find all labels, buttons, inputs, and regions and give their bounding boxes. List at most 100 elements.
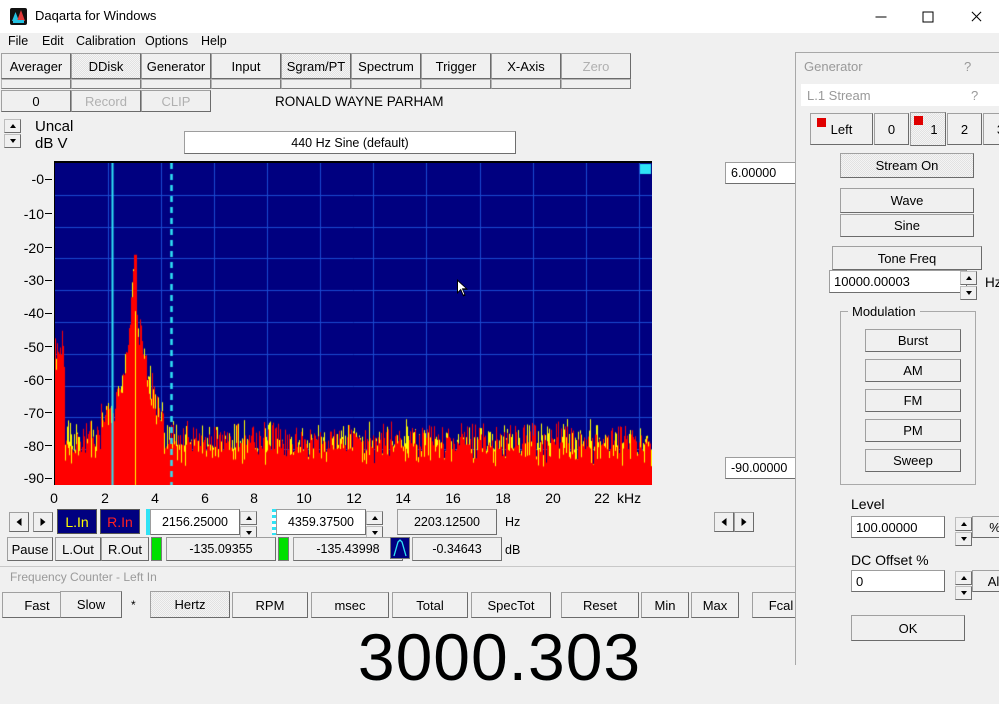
cursor-b-up[interactable] — [366, 511, 383, 525]
spectrum-plot[interactable] — [54, 161, 652, 485]
close-button[interactable] — [953, 0, 999, 33]
channel-right-in-toggle[interactable]: R.In — [100, 509, 140, 534]
menu-calibration[interactable]: Calibration — [74, 34, 138, 48]
chevron-down-icon — [371, 531, 378, 535]
modulation-burst-button[interactable]: Burst — [865, 329, 961, 352]
xaxis-scroll-right-button[interactable] — [734, 512, 754, 532]
ytick-label-10: -10 — [23, 206, 44, 222]
menu-file[interactable]: File — [6, 34, 30, 48]
dc-offset-stepper[interactable] — [955, 571, 972, 601]
yaxis-scale-down[interactable] — [4, 134, 21, 148]
modulation-sweep-button[interactable]: Sweep — [865, 449, 961, 472]
level-unit-button[interactable]: % — [972, 516, 999, 538]
generator-help-icon[interactable]: ? — [964, 59, 971, 74]
modulation-am-button[interactable]: AM — [865, 359, 961, 382]
cursor-a-up[interactable] — [240, 511, 257, 525]
chevron-down-icon — [960, 537, 967, 541]
generator-channel-left-button[interactable]: Left — [810, 113, 873, 145]
stream-tab-3[interactable]: 3 — [983, 113, 999, 145]
generator-ok-button[interactable]: OK — [851, 615, 965, 641]
stream-on-button[interactable]: Stream On — [840, 153, 974, 178]
menu-options[interactable]: Options — [143, 34, 190, 48]
waveform-title-box[interactable]: 440 Hz Sine (default) — [184, 131, 516, 154]
minimize-button[interactable] — [858, 0, 904, 33]
cursor-next-button[interactable] — [33, 512, 53, 532]
tab-spectrum[interactable]: Spectrum — [351, 53, 421, 79]
record-button[interactable]: Record — [71, 90, 141, 112]
dc-offset-all-button[interactable]: All — [972, 570, 999, 592]
stream-subpanel-header: L.1 Stream ? — [801, 84, 999, 106]
level-stepper[interactable] — [955, 517, 972, 547]
app-icon — [10, 8, 27, 25]
spectrum-canvas[interactable] — [55, 163, 652, 485]
xaxis-scroll-left-button[interactable] — [714, 512, 734, 532]
fc-total-button[interactable]: Total — [392, 592, 468, 618]
tab-slot-averager — [1, 79, 71, 89]
tone-freq-button[interactable]: Tone Freq — [832, 246, 982, 270]
stream-tab-1[interactable]: 1 — [910, 112, 946, 146]
tab-generator[interactable]: Generator — [141, 53, 211, 79]
channel-right-out-toggle[interactable]: R.Out — [101, 537, 149, 561]
tone-freq-input[interactable]: 10000.00003 — [829, 270, 967, 293]
menu-edit[interactable]: Edit — [40, 34, 66, 48]
fc-slow-button[interactable]: Slow — [60, 591, 122, 618]
dc-offset-down[interactable] — [955, 586, 972, 600]
chevron-up-icon — [965, 276, 972, 280]
stream-tab-2[interactable]: 2 — [947, 113, 982, 145]
cursor-a-frequency-field[interactable]: 2156.25000 — [150, 509, 240, 535]
tab-x-axis[interactable]: X-Axis — [491, 53, 561, 79]
menu-help[interactable]: Help — [199, 34, 229, 48]
yaxis-min-field[interactable]: -90.00000 — [725, 457, 803, 479]
channel-left-out-toggle[interactable]: L.Out — [55, 537, 101, 561]
yaxis-scale-stepper[interactable] — [4, 119, 21, 149]
modulation-fm-button[interactable]: FM — [865, 389, 961, 412]
fc-rpm-button[interactable]: RPM — [232, 592, 308, 618]
tone-freq-up[interactable] — [960, 271, 977, 285]
yaxis-max-field[interactable]: 6.00000 — [725, 162, 803, 184]
yaxis-scale-up[interactable] — [4, 119, 21, 133]
ytick-label-60: -60 — [23, 372, 44, 388]
modulation-pm-button[interactable]: PM — [865, 419, 961, 442]
tab-sgram-pt[interactable]: Sgram/PT — [281, 53, 351, 79]
tab-trigger[interactable]: Trigger — [421, 53, 491, 79]
tab-averager[interactable]: Averager — [1, 53, 71, 79]
tone-freq-stepper[interactable] — [960, 271, 977, 301]
chevron-up-icon — [960, 522, 967, 526]
window-title: Daqarta for Windows — [35, 8, 157, 23]
mouse-cursor — [457, 279, 468, 297]
waveform-button[interactable]: Sine — [840, 214, 974, 237]
tab-input[interactable]: Input — [211, 53, 281, 79]
level-up[interactable] — [955, 517, 972, 531]
tone-freq-down[interactable] — [960, 286, 977, 300]
pause-button[interactable]: Pause — [7, 537, 53, 561]
cursor-prev-button[interactable] — [9, 512, 29, 532]
arrow-right-icon — [741, 518, 747, 526]
dc-offset-input[interactable]: 0 — [851, 570, 945, 592]
fc-spectot-button[interactable]: SpecTot — [471, 592, 551, 618]
channel-left-in-toggle[interactable]: L.In — [57, 509, 97, 534]
maximize-button[interactable] — [905, 0, 951, 33]
xtick-label-18: 18 — [495, 490, 511, 506]
cursor-b-frequency-field[interactable]: 4359.37500 — [276, 509, 366, 535]
fc-min-button[interactable]: Min — [641, 592, 689, 618]
fc-msec-button[interactable]: msec — [311, 592, 389, 618]
dc-offset-up[interactable] — [955, 571, 972, 585]
fc-reset-button[interactable]: Reset — [561, 592, 639, 618]
frequency-unit-label: Hz — [505, 515, 521, 529]
wave-button[interactable]: Wave — [840, 188, 974, 213]
xtick-label-22: 22 — [594, 490, 610, 506]
clip-indicator[interactable]: CLIP — [141, 90, 211, 112]
yaxis-units-line2: dB V — [35, 135, 68, 152]
fc-max-button[interactable]: Max — [691, 592, 739, 618]
stream-tab-0[interactable]: 0 — [874, 113, 909, 145]
level-down[interactable] — [955, 532, 972, 546]
tab-slot-generator — [141, 79, 211, 89]
menubar: File Edit Calibration Options Help — [0, 33, 999, 51]
stream-active-dot-icon — [914, 116, 923, 125]
user-credit: RONALD WAYNE PARHAM — [275, 94, 444, 109]
fc-hertz-button[interactable]: Hertz — [150, 591, 230, 618]
stream-help-icon[interactable]: ? — [971, 88, 978, 103]
frame-counter: 0 — [1, 90, 71, 112]
tab-ddisk[interactable]: DDisk — [71, 53, 141, 79]
level-input[interactable]: 100.00000 — [851, 516, 945, 538]
